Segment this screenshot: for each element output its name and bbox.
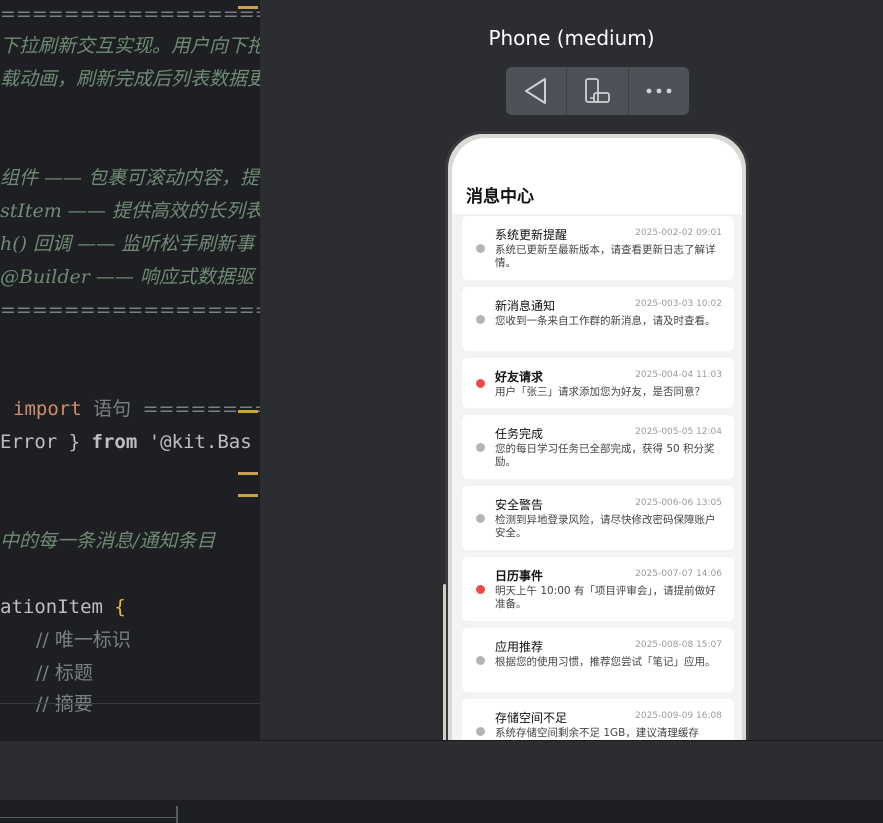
code-line: 组件 —— 包裹可滚动内容，提供 — [0, 167, 260, 189]
device-name: Phone (medium) — [488, 26, 655, 50]
message-title: 应用推荐 — [495, 640, 544, 654]
code-comment: // 标题 — [36, 662, 93, 684]
message-title: 日历事件 — [495, 569, 544, 583]
message-summary: 检测到异地登录风险，请尽快修改密码保障账户安全。 — [495, 514, 716, 539]
message-title: 新消息通知 — [495, 299, 556, 313]
back-button[interactable] — [506, 67, 568, 115]
message-title: 好友请求 — [495, 370, 544, 384]
message-card[interactable]: 存储空间不足 2025-009-09 16:08 系统存储空间剩余不足 1GB，建议… — [462, 699, 734, 740]
message-card[interactable]: 任务完成 2025-005-05 12:04 您的每日学习任务已全部完成，获得 50… — [462, 415, 734, 479]
read-dot — [476, 244, 485, 253]
message-time: 2025-003-03 10:02 — [635, 299, 722, 309]
code-comment: // 唯一标识 — [36, 629, 131, 651]
code-line: stItem —— 提供高效的长列表 — [0, 200, 260, 222]
code-line: h() 回调 —— 监听松手刷新事 — [0, 233, 255, 255]
editor-divider — [0, 703, 260, 704]
message-time: 2025-004-04 11:03 — [635, 370, 722, 380]
change-marker — [238, 410, 258, 413]
status-divider — [176, 806, 178, 823]
message-card[interactable]: 好友请求 2025-004-04 11:03 用户「张三」请求添加您为好友，是否同意… — [462, 358, 734, 408]
message-time: 2025-007-07 14:06 — [635, 569, 722, 579]
message-summary: 根据您的使用习惯，推荐您尝试「笔记」应用。 — [495, 656, 716, 668]
message-time: 2025-006-06 13:05 — [635, 498, 722, 508]
app-header: 消息中心 — [452, 138, 742, 214]
change-marker — [238, 472, 258, 475]
unread-dot — [476, 379, 485, 388]
status-progress-line — [0, 817, 178, 818]
read-dot — [476, 514, 485, 523]
message-title: 任务完成 — [495, 427, 544, 441]
message-time: 2025-009-09 16:08 — [635, 711, 722, 721]
read-dot — [476, 727, 485, 736]
message-summary: 您的每日学习任务已全部完成，获得 50 积分奖励。 — [495, 443, 715, 468]
page-title: 消息中心 — [466, 187, 534, 207]
message-time: 2025-005-05 12:04 — [635, 427, 722, 437]
message-card[interactable]: 安全警告 2025-006-06 13:05 检测到异地登录风险，请尽快修改密码保障… — [462, 486, 734, 550]
message-summary: 系统存储空间剩余不足 1GB，建议清理缓存 — [495, 727, 699, 739]
import-statement: import 语句 ========== — [13, 398, 260, 420]
message-summary: 用户「张三」请求添加您为好友，是否同意？ — [495, 386, 705, 398]
message-card[interactable]: 新消息通知 2025-003-03 10:02 您收到一条来自工作群的新消息，请及时… — [462, 287, 734, 351]
device-rotate-icon — [585, 78, 611, 103]
code-line-from: Error } from '@kit.Bas — [0, 430, 252, 454]
code-line-import: import 语句 ========== — [13, 397, 260, 421]
unread-dot — [476, 585, 485, 594]
code-line: ====================== — [0, 299, 260, 321]
read-dot — [476, 656, 485, 665]
message-time: 2025-002-02 09:01 — [635, 228, 722, 238]
read-dot — [476, 443, 485, 452]
phone-side-button — [443, 584, 446, 740]
message-card[interactable]: 系统更新提醒 2025-002-02 09:01 系统已更新至最新版本，请查看更新日… — [462, 216, 734, 280]
message-summary: 系统已更新至最新版本，请查看更新日志了解详情。 — [495, 244, 716, 269]
status-bar — [0, 800, 883, 823]
code-editor[interactable]: ====================== 下拉刷新交互实现。用户向下拖动 载… — [0, 0, 260, 740]
message-summary: 您收到一条来自工作群的新消息，请及时查看。 — [495, 315, 716, 327]
code-line-class: ationItem { — [0, 595, 126, 619]
phone-frame: 消息中心 系统更新提醒 2025-002-02 09:01 系统已更新至最新版本，请… — [443, 131, 749, 740]
from-statement: Error } from '@kit.Bas — [0, 431, 252, 453]
code-line: ====================== — [0, 3, 260, 25]
back-triangle-icon — [525, 78, 547, 104]
message-card[interactable]: 日历事件 2025-007-07 14:06 明天上午 10:00 有「项目评审会」… — [462, 557, 734, 621]
code-line: 下拉刷新交互实现。用户向下拖动 — [0, 35, 260, 57]
code-line: @Builder —— 响应式数据驱 — [0, 266, 254, 288]
phone-screen: 消息中心 系统更新提醒 2025-002-02 09:01 系统已更新至最新版本，请… — [452, 138, 742, 740]
code-line: 载动画，刷新完成后列表数据更 — [0, 68, 260, 90]
preview-toolbar — [506, 67, 689, 115]
message-title: 系统更新提醒 — [495, 228, 568, 242]
more-button[interactable] — [629, 67, 689, 115]
message-summary: 明天上午 10:00 有「项目评审会」，请提前做好准备。 — [495, 585, 716, 610]
previewer-pane: Phone (medium) 消息中心 系统更新提醒 2025-002-02 0… — [260, 0, 883, 740]
class-declaration: ationItem { — [0, 596, 126, 618]
change-marker — [238, 494, 258, 497]
more-icon — [646, 88, 672, 94]
message-time: 2025-008-08 15:07 — [635, 640, 722, 650]
rotate-device-button[interactable] — [567, 67, 629, 115]
code-comment: // 摘要 — [36, 693, 93, 715]
change-marker — [238, 6, 258, 9]
message-title: 安全警告 — [495, 498, 544, 512]
message-title: 存储空间不足 — [495, 711, 568, 725]
bottom-panel — [0, 740, 883, 801]
message-card[interactable]: 应用推荐 2025-008-08 15:07 根据您的使用习惯，推荐您尝试「笔记」应… — [462, 628, 734, 692]
read-dot — [476, 315, 485, 324]
code-line: 中的每一条消息/通知条目 — [0, 530, 216, 552]
